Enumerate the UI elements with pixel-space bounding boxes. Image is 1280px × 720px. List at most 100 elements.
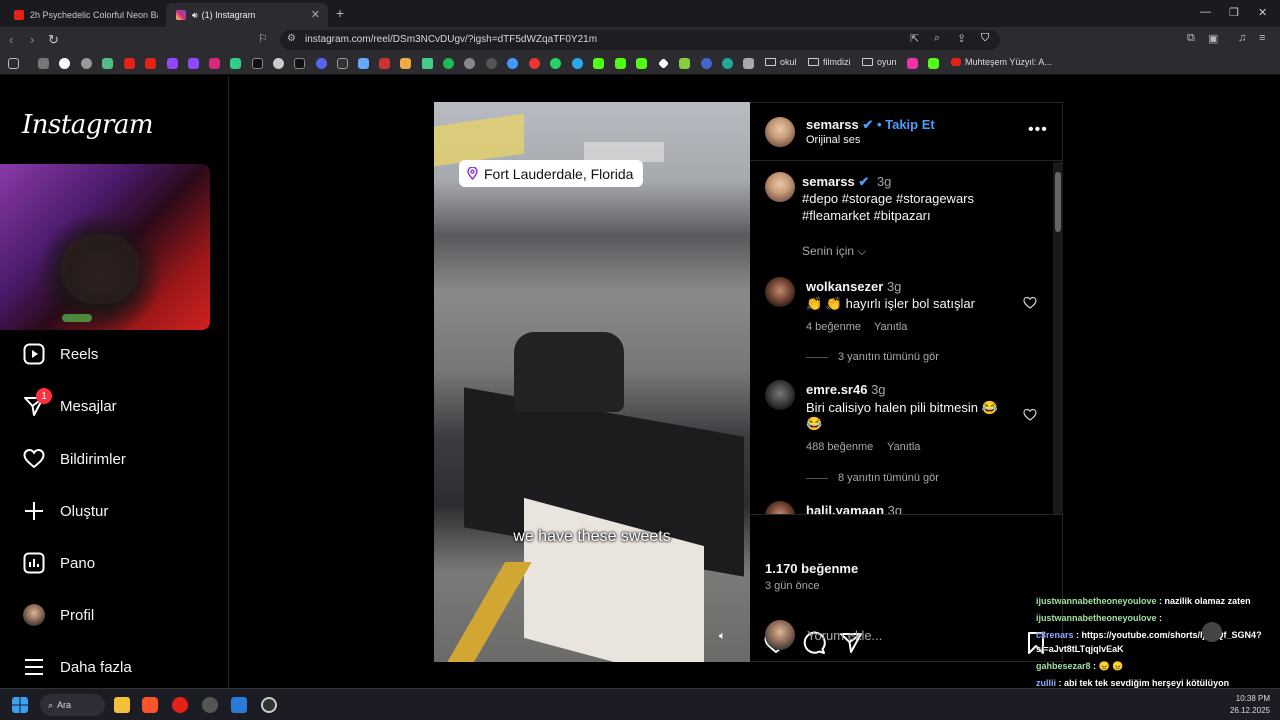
share-icon[interactable]: ⇪ — [957, 32, 966, 45]
youtube-app-icon[interactable] — [172, 697, 188, 713]
google-icon[interactable] — [59, 58, 70, 69]
app-icon[interactable] — [202, 697, 218, 713]
youtube-bookmark-icon[interactable] — [124, 58, 135, 69]
like-count[interactable]: 1.170 beğenme — [765, 561, 858, 576]
menu-icon[interactable]: ≡ — [1259, 32, 1265, 44]
bookmark-muhtesem-yuzyil[interactable]: Muhteşem Yüzyıl: A... — [951, 57, 1052, 67]
comment-username[interactable]: emre.sr46 — [806, 382, 867, 397]
follow-button[interactable]: Takip Et — [885, 117, 935, 132]
youtube-bookmark-icon[interactable] — [145, 58, 156, 69]
drive-icon[interactable] — [422, 58, 433, 69]
zoom-icon[interactable]: ⌕ — [934, 32, 940, 45]
reel-video[interactable]: Fort Lauderdale, Florida we have these s… — [434, 102, 750, 662]
caption-hashtags-line1[interactable]: #depo #storage #storagewars — [802, 190, 974, 207]
discord-icon[interactable] — [316, 58, 327, 69]
twitch-icon[interactable] — [188, 58, 199, 69]
extensions-icon[interactable]: ⧉ — [1187, 32, 1195, 45]
tab-youtube[interactable]: 2h Psychedelic Colorful Neon Backgr — [4, 3, 158, 27]
bookmark-site-icon[interactable] — [400, 58, 411, 69]
close-tab-icon[interactable]: ✕ — [311, 8, 320, 21]
kick-icon[interactable] — [636, 58, 647, 69]
nav-notifications[interactable]: Bildirimler — [22, 445, 126, 473]
spotify-icon[interactable] — [443, 58, 454, 69]
comment-username[interactable]: wolkansezer — [806, 279, 883, 294]
nav-messages[interactable]: 1 Mesajlar — [22, 388, 117, 420]
sidebar-icon[interactable]: ▣ — [1208, 32, 1218, 45]
author-username[interactable]: semarss — [806, 117, 859, 132]
instagram-logo[interactable]: Instagram — [22, 110, 154, 140]
nav-more[interactable]: Daha fazla — [22, 653, 132, 681]
bookmark-site-icon[interactable] — [358, 58, 369, 69]
system-clock[interactable]: 10:38 PM 26.12.2025 — [1230, 693, 1270, 717]
brave-browser-icon[interactable] — [142, 697, 158, 713]
comment-like-icon[interactable] — [1023, 296, 1037, 310]
bookmark-site-icon[interactable] — [529, 58, 540, 69]
bookmark-icon[interactable]: ⚐ — [258, 32, 268, 45]
twitch-icon[interactable] — [167, 58, 178, 69]
bookmark-folder-oyun[interactable]: oyun — [862, 57, 897, 67]
author-avatar[interactable] — [765, 117, 795, 147]
caption-hashtags-line2[interactable]: #fleamarket #bitpazarı — [802, 207, 931, 224]
new-tab-button[interactable]: + — [336, 5, 344, 21]
maximize-button[interactable]: ❐ — [1229, 6, 1239, 19]
comment-avatar[interactable] — [765, 501, 795, 515]
x-icon[interactable] — [252, 58, 263, 69]
view-replies-button[interactable]: 3 yanıtın tümünü gör — [838, 351, 939, 363]
whatsapp-icon[interactable] — [550, 58, 561, 69]
volume-icon[interactable]: 🔈︎ — [719, 630, 726, 643]
comment-likes[interactable]: 4 beğenme — [806, 321, 861, 333]
bookmark-site-icon[interactable] — [379, 58, 390, 69]
bookmark-site-icon[interactable] — [81, 58, 92, 69]
comments-scrollbar[interactable] — [1053, 162, 1063, 514]
windows-start-icon[interactable] — [12, 697, 28, 713]
location-sticker[interactable]: Fort Lauderdale, Florida — [459, 160, 644, 187]
kick-icon[interactable] — [928, 58, 939, 69]
bookmark-site-icon[interactable] — [273, 58, 284, 69]
audio-label[interactable]: Orijinal ses — [806, 134, 860, 146]
bookmark-site-icon[interactable] — [907, 58, 918, 69]
photos-icon[interactable] — [231, 697, 247, 713]
comment-likes[interactable]: 488 beğenme — [806, 441, 873, 453]
bookmark-site-icon[interactable] — [743, 58, 754, 69]
caption-avatar[interactable] — [765, 172, 795, 202]
file-explorer-icon[interactable] — [114, 697, 130, 713]
caption-username[interactable]: semarss — [802, 174, 855, 189]
reload-button[interactable]: ↻ — [48, 32, 59, 48]
bookmark-site-icon[interactable] — [507, 58, 518, 69]
bookmark-site-icon[interactable] — [102, 58, 113, 69]
bookmark-folder-filmdizi[interactable]: filmdizi — [808, 57, 851, 67]
tab-instagram[interactable]: 🔊︎ (1) Instagram ✕ — [166, 3, 328, 27]
for-you-dropdown[interactable]: Senin için ⌵ — [802, 243, 866, 260]
nav-reels[interactable]: Reels — [22, 340, 98, 368]
github-icon[interactable] — [486, 58, 497, 69]
brave-shield-icon[interactable]: ⛉ — [981, 32, 989, 45]
forward-button[interactable]: › — [30, 32, 34, 47]
close-window-button[interactable]: ✕ — [1258, 6, 1267, 19]
bookmark-site-icon[interactable] — [679, 58, 690, 69]
instagram-bookmark-icon[interactable] — [209, 58, 220, 69]
bookmark-site-icon[interactable] — [230, 58, 241, 69]
comment-input[interactable]: Yorum ekle... — [807, 627, 882, 644]
tiktok-icon[interactable] — [294, 58, 305, 69]
obs-icon[interactable] — [261, 697, 277, 713]
site-settings-icon[interactable]: ⚙ — [287, 33, 296, 44]
kick-icon[interactable] — [615, 58, 626, 69]
apps-icon[interactable] — [8, 58, 19, 69]
comment-avatar[interactable] — [765, 380, 795, 410]
taskbar-search[interactable]: ⌕ Ara — [40, 694, 105, 716]
bookmark-folder-okul[interactable]: okul — [765, 57, 797, 67]
reply-button[interactable]: Yanıtla — [874, 321, 907, 333]
nav-create[interactable]: Oluştur — [22, 497, 108, 525]
view-replies-button[interactable]: 8 yanıtın tümünü gör — [838, 472, 939, 484]
comment-avatar[interactable] — [765, 277, 795, 307]
open-external-icon[interactable]: ⇱ — [910, 32, 919, 45]
reply-button[interactable]: Yanıtla — [887, 441, 920, 453]
back-button[interactable]: ‹ — [9, 32, 13, 47]
more-options-icon[interactable]: ••• — [1028, 121, 1048, 139]
history-icon[interactable] — [38, 58, 49, 69]
scrollbar-thumb[interactable] — [1055, 172, 1061, 232]
address-bar[interactable]: ⚙ instagram.com/reel/DSm3NCvDUgv/?igsh=d… — [280, 30, 1000, 50]
telegram-icon[interactable] — [572, 58, 583, 69]
bookmark-site-icon[interactable] — [658, 58, 669, 69]
nav-profile[interactable]: Profil — [22, 601, 94, 629]
